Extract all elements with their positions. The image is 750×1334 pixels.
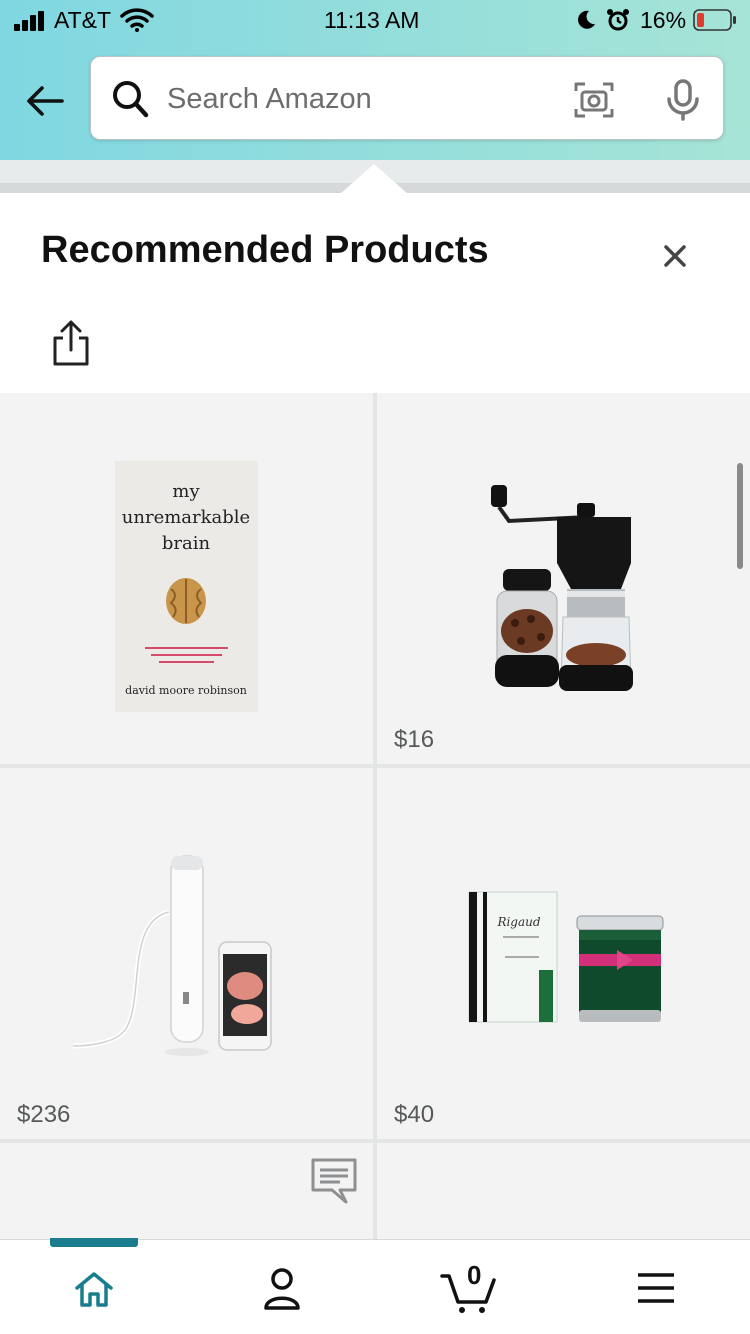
search-input[interactable]: [165, 75, 565, 123]
mic-icon[interactable]: [663, 79, 703, 121]
status-time: 11:13 AM: [324, 7, 420, 33]
recommended-products-panel: Recommended Products my unremarkable bra…: [0, 193, 750, 1239]
battery-icon: [693, 9, 736, 31]
product-card[interactable]: my unremarkable brain david moore robins…: [0, 393, 373, 764]
coffee-grinder-image: [491, 485, 633, 691]
tab-menu[interactable]: [561, 1240, 748, 1334]
cover-line-2: unremarkable: [122, 507, 250, 528]
cover-line-3: brain: [162, 533, 211, 554]
top-header: AT&T 11:13 AM 16%: [0, 0, 750, 160]
alarm-icon: [607, 9, 629, 31]
chat-icon[interactable]: [310, 1157, 358, 1205]
book-cover-image: my unremarkable brain david moore robins…: [115, 461, 258, 712]
menu-icon: [638, 1273, 674, 1303]
status-bar: AT&T 11:13 AM 16%: [0, 0, 750, 42]
bottom-tab-bar: 0: [0, 1238, 750, 1334]
camera-icon[interactable]: [573, 79, 615, 121]
product-card[interactable]: [0, 1143, 373, 1239]
back-arrow-icon[interactable]: [22, 78, 68, 124]
cart-count: 0: [467, 1260, 482, 1290]
home-icon: [75, 1272, 113, 1307]
carrier-label: AT&T: [54, 7, 112, 33]
product-card[interactable]: Rigaud $40: [377, 768, 750, 1139]
signal-icon: [14, 11, 46, 31]
tab-account[interactable]: [187, 1240, 374, 1334]
product-price: $40: [394, 1101, 435, 1128]
panel-title: Recommended Products: [41, 229, 489, 271]
popover-pointer: [340, 164, 408, 194]
close-icon[interactable]: [656, 237, 694, 275]
product-price: $236: [17, 1101, 71, 1128]
scrollbar[interactable]: [737, 463, 743, 569]
candle-brand: Rigaud: [496, 915, 540, 929]
share-icon[interactable]: [52, 319, 90, 367]
product-card[interactable]: $16: [377, 393, 750, 764]
moon-icon: [578, 10, 595, 29]
candle-gift-set-image: Rigaud: [468, 891, 664, 1023]
battery-percent: 16%: [640, 7, 687, 33]
search-icon: [113, 81, 149, 118]
product-price: $16: [394, 726, 435, 753]
wifi-icon: [120, 8, 154, 32]
cover-line-1: my: [172, 481, 200, 502]
product-card[interactable]: [377, 1143, 750, 1239]
account-icon: [264, 1268, 300, 1310]
search-bar[interactable]: [90, 56, 724, 140]
tab-home[interactable]: [0, 1240, 187, 1334]
sous-vide-image: [72, 855, 272, 1056]
cover-author: david moore robinson: [125, 684, 247, 697]
product-card[interactable]: $236: [0, 768, 373, 1139]
product-grid: my unremarkable brain david moore robins…: [0, 393, 750, 1239]
